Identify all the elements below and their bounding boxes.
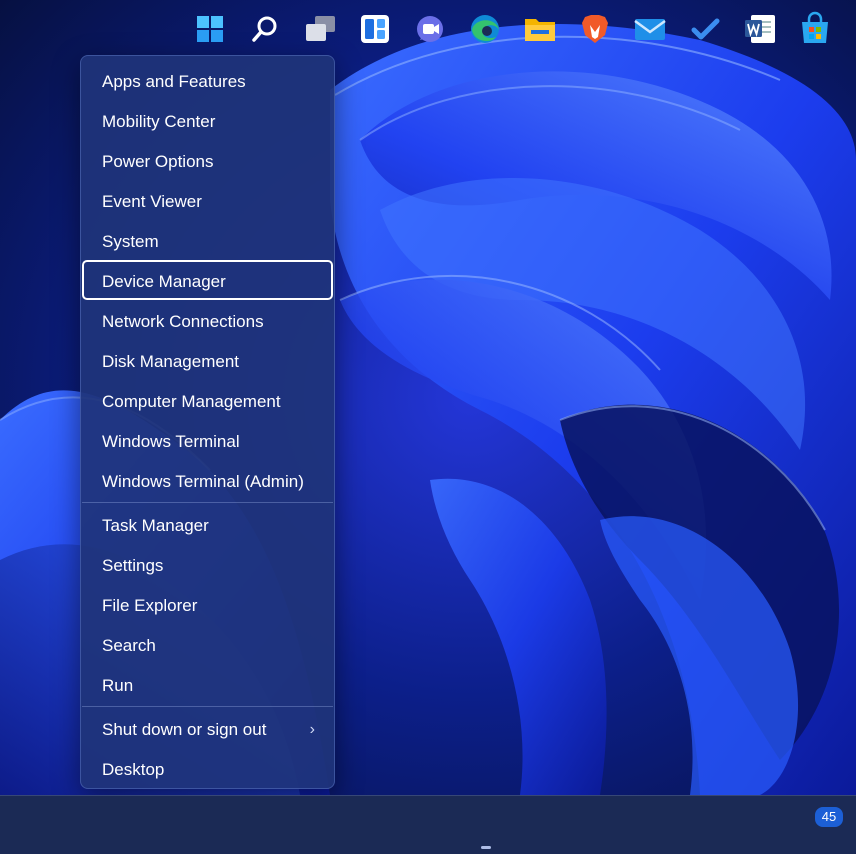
menu-item-label: Windows Terminal — [102, 432, 240, 451]
menu-item-settings[interactable]: Settings — [82, 544, 333, 584]
menu-item-label: Run — [102, 676, 134, 695]
quick-link-menu: Apps and Features Mobility Center Power … — [80, 55, 335, 789]
active-app-indicator — [481, 846, 491, 849]
menu-separator — [82, 502, 333, 503]
widgets-icon[interactable] — [356, 10, 394, 48]
menu-item-label: Task Manager — [102, 516, 209, 535]
menu-item-network-connections[interactable]: Network Connections — [82, 300, 333, 340]
search-icon[interactable] — [246, 10, 284, 48]
menu-item-label: Event Viewer — [102, 192, 202, 211]
menu-item-system[interactable]: System — [82, 220, 333, 260]
mail-icon[interactable] — [631, 10, 669, 48]
menu-separator — [82, 706, 333, 707]
menu-item-mobility-center[interactable]: Mobility Center — [82, 100, 333, 140]
menu-item-label: Device Manager — [102, 272, 226, 291]
menu-item-device-manager[interactable]: Device Manager — [82, 260, 333, 300]
menu-item-run[interactable]: Run — [82, 664, 333, 704]
menu-item-label: Search — [102, 636, 156, 655]
menu-item-event-viewer[interactable]: Event Viewer — [82, 180, 333, 220]
menu-item-windows-terminal-admin[interactable]: Windows Terminal (Admin) — [82, 460, 333, 500]
menu-item-label: Desktop — [102, 760, 165, 779]
menu-item-power-options[interactable]: Power Options — [82, 140, 333, 180]
menu-item-task-manager[interactable]: Task Manager — [82, 504, 333, 544]
menu-item-label: Power Options — [102, 152, 214, 171]
menu-item-label: Shut down or sign out — [102, 720, 267, 739]
menu-item-label: Network Connections — [102, 312, 264, 331]
brave-icon[interactable] — [576, 10, 614, 48]
menu-item-windows-terminal[interactable]: Windows Terminal — [82, 420, 333, 460]
menu-item-apps-and-features[interactable]: Apps and Features — [82, 60, 333, 100]
notification-badge: 45 — [813, 805, 845, 829]
menu-item-label: Mobility Center — [102, 112, 216, 131]
menu-item-label: System — [102, 232, 159, 251]
menu-item-label: Computer Management — [102, 392, 281, 411]
menu-item-file-explorer[interactable]: File Explorer — [82, 584, 333, 624]
chevron-right-icon: › — [309, 721, 315, 738]
menu-item-label: Settings — [102, 556, 164, 575]
task-view-icon[interactable] — [301, 10, 339, 48]
menu-item-label: File Explorer — [102, 596, 198, 615]
menu-item-search[interactable]: Search — [82, 624, 333, 664]
menu-item-computer-management[interactable]: Computer Management — [82, 380, 333, 420]
menu-item-label: Disk Management — [102, 352, 240, 371]
menu-item-shut-down-or-sign-out[interactable]: Shut down or sign out › — [82, 708, 333, 748]
windows-start-icon[interactable] — [191, 10, 229, 48]
store-icon[interactable] — [796, 10, 834, 48]
word-icon[interactable] — [741, 10, 779, 48]
menu-item-disk-management[interactable]: Disk Management — [82, 340, 333, 380]
menu-item-label: Windows Terminal (Admin) — [102, 472, 304, 491]
file-explorer-icon[interactable] — [521, 10, 559, 48]
menu-item-desktop[interactable]: Desktop — [82, 748, 333, 788]
menu-item-label: Apps and Features — [102, 72, 246, 91]
edge-icon[interactable] — [466, 10, 504, 48]
taskbar — [0, 795, 856, 854]
chat-icon[interactable] — [411, 10, 449, 48]
todo-icon[interactable] — [686, 10, 724, 48]
